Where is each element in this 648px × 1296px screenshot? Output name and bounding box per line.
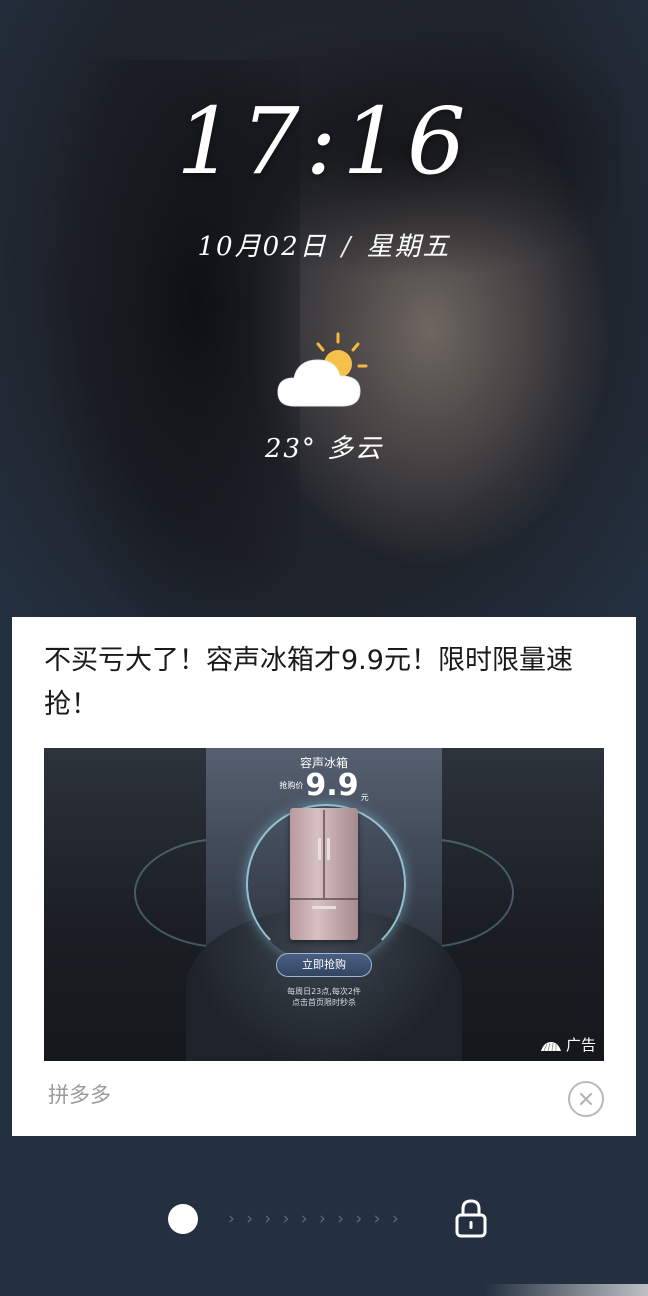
slide-arrows: › › › › › › › › › › [228, 1209, 402, 1229]
close-circle-icon[interactable] [568, 1081, 604, 1117]
ad-note: 每周日23点,每次2件 点击首页限时秒杀 [206, 986, 442, 1008]
ad-badge: 广告 [540, 1034, 596, 1055]
buy-now-button[interactable]: 立即抢购 [276, 953, 372, 977]
ad-price: 抢购价9.9 元 [206, 768, 442, 803]
ad-note-line2: 点击首页限时秒杀 [292, 998, 356, 1007]
weather-text: 23° 多云 [0, 428, 648, 465]
ad-price-label: 抢购价 [279, 781, 304, 790]
weekday-text: 星期五 [366, 232, 451, 262]
ad-image[interactable]: 容声冰箱 抢购价9.9 元 立即抢购 每周日23点,每次2件 点击首页限时秒杀 广… [44, 748, 604, 1061]
home-indicator [484, 1284, 648, 1296]
date-row: 10月02日 / 星期五 [0, 226, 648, 263]
clock-time: 17:16 [176, 88, 472, 195]
partly-cloudy-icon [277, 332, 368, 407]
ad-title[interactable]: 不买亏大了！容声冰箱才9.9元！限时限量速抢！ [44, 639, 614, 727]
date-text: 10月02日 [197, 232, 328, 262]
ad-source: 拼多多 [48, 1083, 111, 1107]
ad-card[interactable]: 不买亏大了！容声冰箱才9.9元！限时限量速抢！ 容声冰箱 抢购价9.9 元 立即抢… [12, 617, 636, 1136]
temperature: 23° [264, 434, 317, 464]
weather-condition: 多云 [327, 434, 384, 464]
ad-poster: 容声冰箱 抢购价9.9 元 立即抢购 每周日23点,每次2件 点击首页限时秒杀 [186, 748, 462, 1061]
ad-price-value: 9.9 [305, 768, 359, 803]
date-separator: / [341, 232, 353, 262]
ad-note-line1: 每周日23点,每次2件 [287, 987, 361, 996]
unlock-slider-handle[interactable] [168, 1204, 198, 1234]
ad-network-icon [540, 1041, 561, 1051]
fridge-image [290, 808, 358, 940]
lock-icon[interactable] [454, 1198, 488, 1238]
ad-badge-text: 广告 [565, 1036, 596, 1054]
ad-price-unit: 元 [360, 793, 369, 802]
